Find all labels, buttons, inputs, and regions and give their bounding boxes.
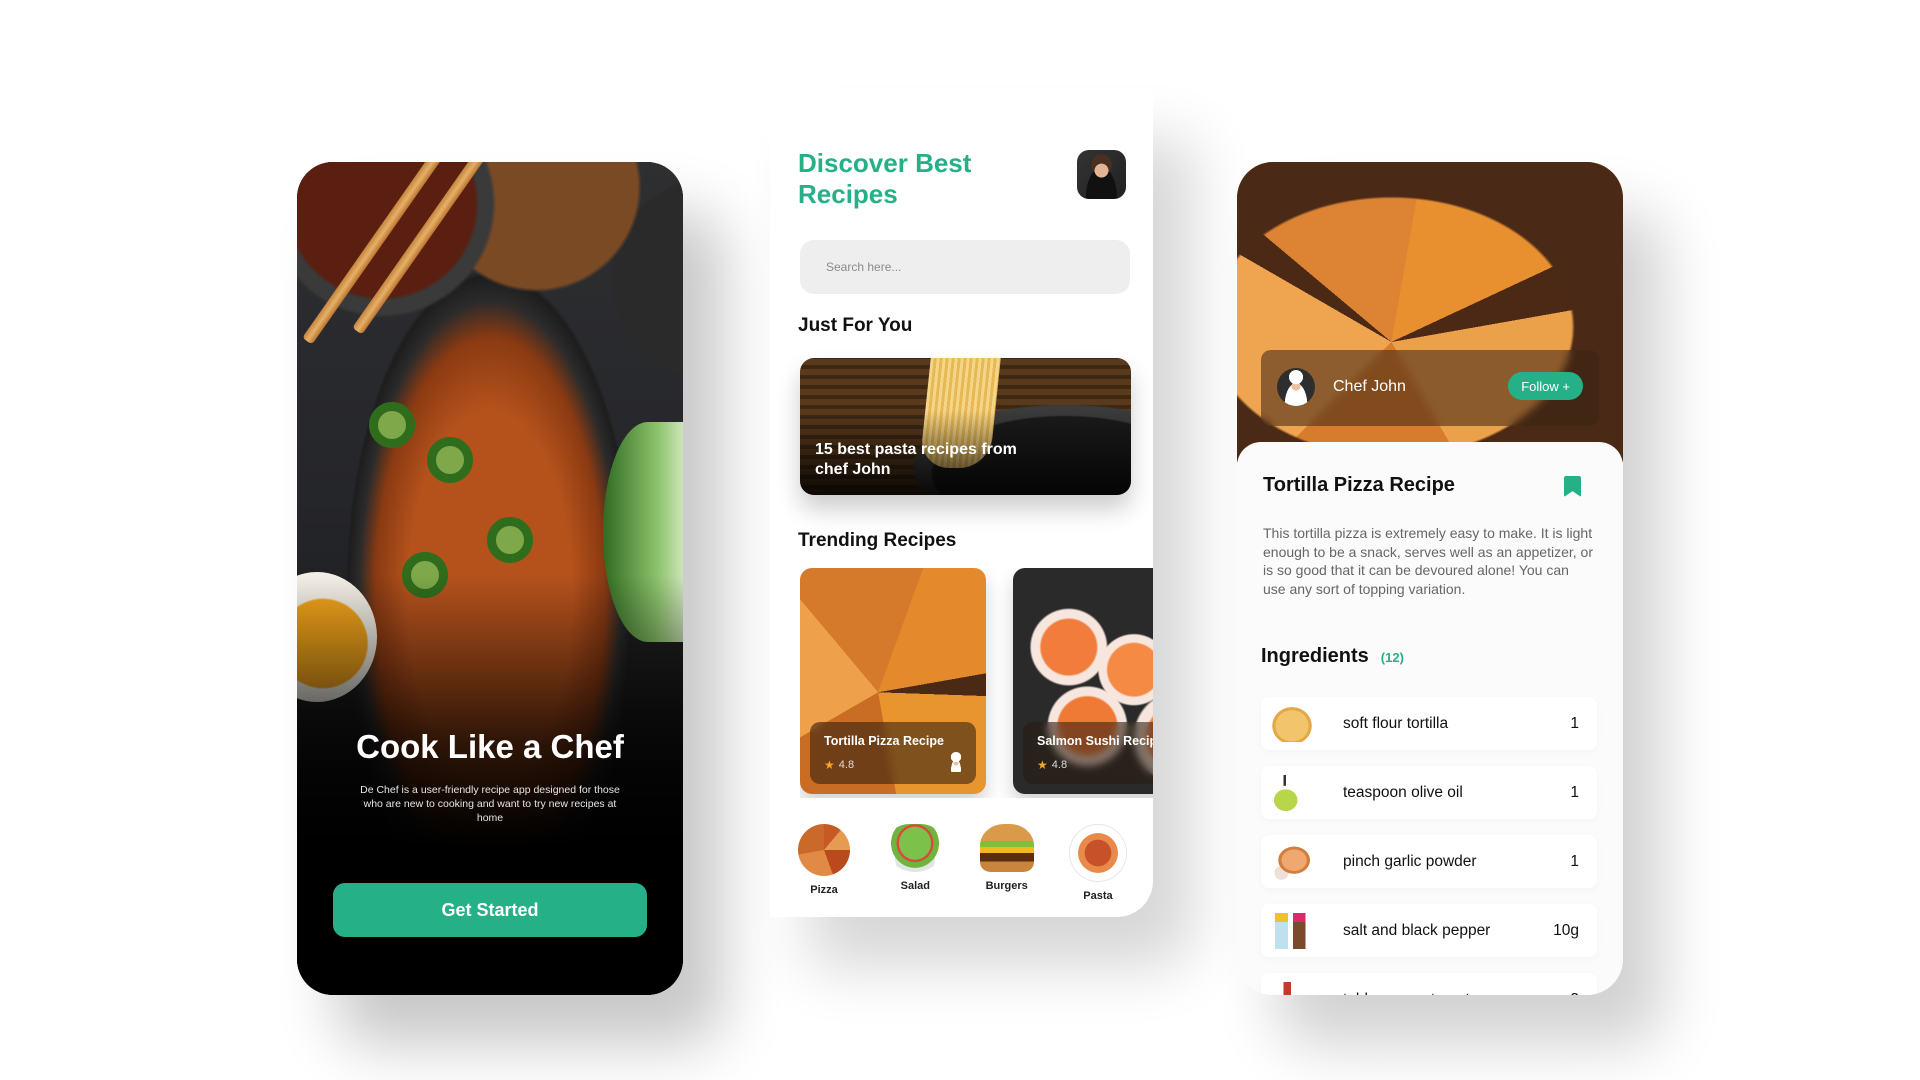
category-label: Pasta [1083,890,1113,902]
user-avatar[interactable] [1077,150,1126,199]
trending-heading: Trending Recipes [798,530,957,551]
rating-value: 4.8 [838,759,855,771]
onboarding-screen: Cook Like a Chef De Chef is a user-frien… [297,162,683,995]
get-started-button[interactable]: Get Started [333,883,647,937]
trending-card-rating: ★ 4.8 [824,758,854,772]
home-screen: Discover Best Recipes Just For You 15 be… [770,90,1153,917]
recipe-title: Tortilla Pizza Recipe [1263,474,1455,496]
onboarding-title: Cook Like a Chef [356,728,624,765]
trending-card[interactable]: Tortilla Pizza Recipe ★ 4.8 [800,568,986,794]
ingredient-name: tablespoons tomato sauce [1343,991,1570,996]
ingredient-name: pinch garlic powder [1343,852,1477,870]
category-pasta[interactable]: Pasta [1058,824,1138,902]
trending-card-info: Tortilla Pizza Recipe ★ 4.8 [810,722,976,784]
featured-recipe-card[interactable]: 15 best pasta recipes from chef John [800,358,1131,495]
featured-recipe-title: 15 best pasta recipes from chef John [815,441,1017,478]
ingredient-qty: 3 [1570,991,1579,996]
category-label: Salad [900,880,930,892]
tomato-sauce-icon [1271,981,1313,995]
category-list: Pizza Salad Burgers Pasta [784,824,1144,902]
jalapeno-decor [487,517,533,563]
just-for-you-heading: Just For You [798,315,913,336]
garlic-powder-icon [1271,843,1313,880]
trending-card-title: Tortilla Pizza Recipe [824,734,944,748]
trending-carousel[interactable]: Tortilla Pizza Recipe ★ 4.8 Salmon Sushi… [800,568,1153,798]
ingredient-qty: 1 [1570,714,1579,732]
bookmark-icon[interactable] [1564,476,1581,497]
ingredients-heading: Ingredients [1261,645,1369,667]
category-label: Burgers [985,880,1028,892]
trending-card[interactable]: Salmon Sushi Recipe ★ 4.8 [1013,568,1153,794]
onboarding-description: De Chef is a user-friendly recipe app de… [360,784,620,824]
star-icon: ★ [1037,758,1048,772]
ingredients-count: (12) [1380,650,1404,665]
category-pizza[interactable]: Pizza [784,824,864,902]
page-title: Discover Best Recipes [798,148,972,209]
burger-icon [979,824,1034,872]
recipe-detail-screen: Chef John Follow + Tortilla Pizza Recipe… [1237,162,1623,995]
pizza-icon [798,824,850,876]
ingredient-name: soft flour tortilla [1343,714,1449,732]
ingredient-qty: 1 [1570,783,1579,801]
pasta-icon [1068,824,1127,882]
search-input[interactable] [800,240,1130,294]
ingredients-header: Ingredients (12) [1261,645,1404,668]
star-icon: ★ [824,758,835,772]
olive-oil-icon [1271,774,1313,811]
chef-bar: Chef John Follow + [1261,350,1599,426]
salt-pepper-icon [1271,912,1313,949]
rating-value: 4.8 [1051,759,1068,771]
ingredient-item[interactable]: pinch garlic powder 1 [1261,835,1597,888]
jalapeno-decor [369,402,415,448]
ingredients-list: soft flour tortilla 1 teaspoon olive oil… [1261,697,1597,995]
category-label: Pizza [810,884,838,896]
ingredient-item[interactable]: teaspoon olive oil 1 [1261,766,1597,819]
ingredient-qty: 10g [1553,921,1579,939]
trending-card-title: Salmon Sushi Recipe [1037,734,1153,748]
ingredient-item[interactable]: tablespoons tomato sauce 3 [1261,973,1597,995]
category-burgers[interactable]: Burgers [967,824,1047,902]
recipe-detail-sheet: Tortilla Pizza Recipe This tortilla pizz… [1237,442,1623,995]
chef-icon [948,752,964,772]
jalapeno-decor [427,437,473,483]
trending-card-info: Salmon Sushi Recipe ★ 4.8 [1023,722,1153,784]
category-salad[interactable]: Salad [875,824,955,902]
ingredient-qty: 1 [1570,852,1579,870]
ingredient-name: teaspoon olive oil [1343,783,1463,801]
recipe-description: This tortilla pizza is extremely easy to… [1263,525,1593,597]
ingredient-name: salt and black pepper [1343,921,1491,939]
trending-card-rating: ★ 4.8 [1037,758,1067,772]
chef-name: Chef John [1333,378,1406,395]
ingredient-item[interactable]: salt and black pepper 10g [1261,904,1597,957]
chef-avatar[interactable] [1277,368,1315,406]
follow-button[interactable]: Follow + [1508,372,1583,400]
tortilla-icon [1271,705,1313,742]
ingredient-item[interactable]: soft flour tortilla 1 [1261,697,1597,750]
salad-icon [887,824,944,872]
